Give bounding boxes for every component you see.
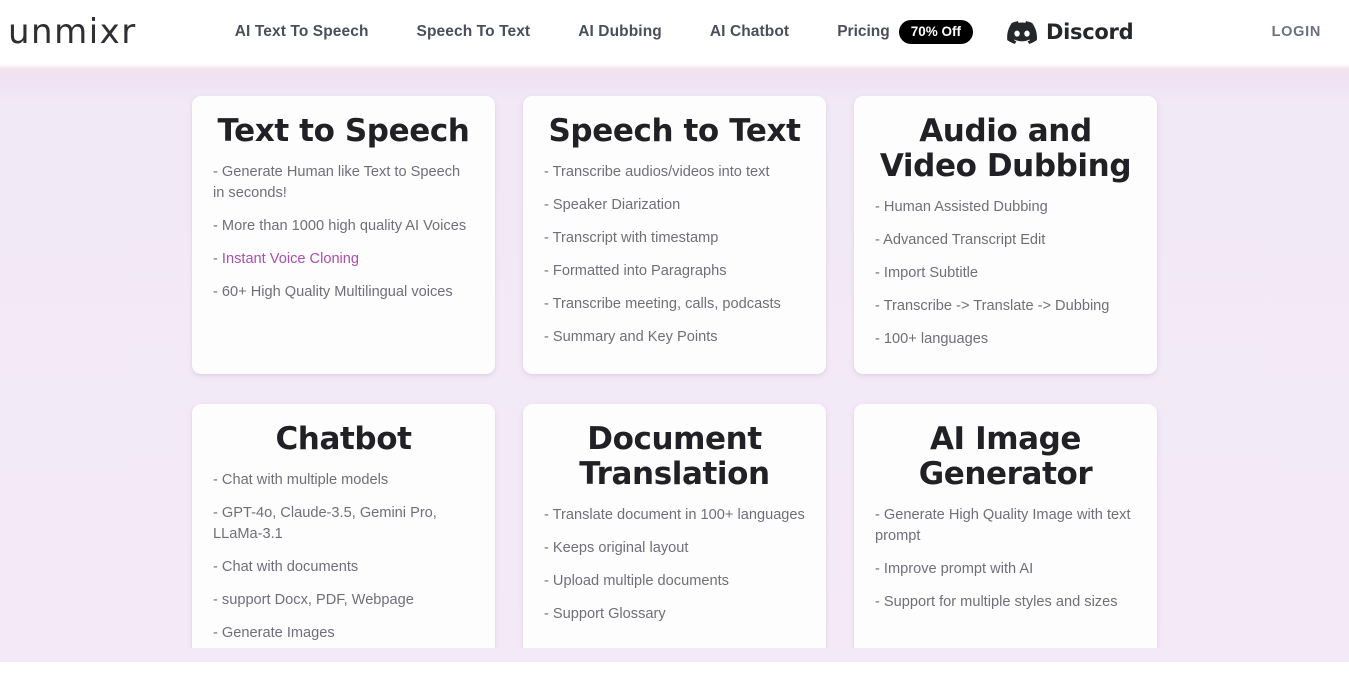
list-item: - support Docx, PDF, Webpage xyxy=(213,592,414,609)
list-item: - Upload multiple documents xyxy=(544,573,729,590)
card-feature-list: - Generate High Quality Image with text … xyxy=(875,505,1136,613)
nav-item-ai-dubbing[interactable]: AI Dubbing xyxy=(554,23,686,41)
list-item-dash: - xyxy=(213,251,222,268)
list-item: - Transcribe -> Translate -> Dubbing xyxy=(875,298,1110,315)
list-item: - Import Subtitle xyxy=(875,265,979,282)
list-item: - Improve prompt with AI xyxy=(875,561,1034,578)
nav-item-pricing[interactable]: Pricing 70% Off xyxy=(813,19,991,45)
feature-card-text-to-speech[interactable]: Text to Speech - Generate Human like Tex… xyxy=(192,96,495,375)
card-title: AI Image Generator xyxy=(918,421,1093,493)
discord-icon xyxy=(1007,20,1038,44)
discord-label: Discord xyxy=(1046,19,1134,44)
card-title: Document Translation xyxy=(579,421,770,493)
list-item: - More than 1000 high quality AI Voices xyxy=(213,218,467,235)
list-item: - Speaker Diarization xyxy=(544,197,681,214)
footer-strip xyxy=(0,662,1349,676)
list-item: - Advanced Transcript Edit xyxy=(875,232,1046,249)
nav-item-speech-to-text[interactable]: Speech To Text xyxy=(393,23,555,41)
nav-item-ai-chatbot[interactable]: AI Chatbot xyxy=(686,23,813,41)
pricing-label: Pricing xyxy=(837,23,890,40)
list-item: - Generate Images xyxy=(213,625,335,642)
page-root: unmixr AI Text To Speech Speech To Text … xyxy=(0,0,1349,676)
nav-item-discord[interactable]: Discord xyxy=(991,19,1149,44)
list-item: - Support for multiple styles and sizes xyxy=(875,594,1118,611)
feature-card-document-translation[interactable]: Document Translation - Translate documen… xyxy=(523,404,826,662)
feature-card-grid: Text to Speech - Generate Human like Tex… xyxy=(192,96,1158,662)
list-item: - Formatted into Paragraphs xyxy=(544,263,727,280)
list-item: - 60+ High Quality Multilingual voices xyxy=(213,284,453,301)
card-feature-list: - Transcribe audios/videos into text - S… xyxy=(544,162,805,348)
list-item: - Transcribe audios/videos into text xyxy=(544,164,770,181)
feature-card-audio-and-video-dubbing[interactable]: Audio and Video Dubbing - Human Assisted… xyxy=(854,96,1157,375)
card-title: Text to Speech xyxy=(217,113,470,149)
list-item: - Human Assisted Dubbing xyxy=(875,199,1048,216)
list-item: - Instant Voice Cloning xyxy=(213,249,474,270)
list-item: - Transcript with timestamp xyxy=(544,230,719,247)
feature-card-speech-to-text[interactable]: Speech to Text - Transcribe audios/video… xyxy=(523,96,826,375)
list-item: - Translate document in 100+ languages xyxy=(544,507,805,524)
content-area: Text to Speech - Generate Human like Tex… xyxy=(0,64,1349,662)
card-title: Audio and Video Dubbing xyxy=(879,113,1132,185)
card-feature-list: - Human Assisted Dubbing - Advanced Tran… xyxy=(875,197,1136,350)
card-title: Speech to Text xyxy=(548,113,801,149)
list-item: - Chat with multiple models xyxy=(213,472,389,489)
card-title: Chatbot xyxy=(275,421,412,458)
login-button[interactable]: LOGIN xyxy=(1272,24,1321,40)
list-item: - GPT-4o, Claude-3.5, Gemini Pro, LLaMa-… xyxy=(213,505,437,543)
brand-logo[interactable]: unmixr xyxy=(8,15,137,49)
list-item: - 100+ languages xyxy=(875,331,989,348)
card-feature-list: - Generate Human like Text to Speech in … xyxy=(213,162,474,303)
list-item: - Generate High Quality Image with text … xyxy=(875,507,1131,545)
list-item: - Keeps original layout xyxy=(544,540,689,557)
instant-voice-cloning-link[interactable]: Instant Voice Cloning xyxy=(222,251,359,267)
discount-badge: 70% Off xyxy=(898,19,974,45)
list-item: - Chat with documents xyxy=(213,559,359,576)
list-item: - Support Glossary xyxy=(544,606,666,623)
list-item: - Transcribe meeting, calls, podcasts xyxy=(544,296,781,313)
feature-card-ai-image-generator[interactable]: AI Image Generator - Generate High Quali… xyxy=(854,404,1157,662)
card-feature-list: - Chat with multiple models - GPT-4o, Cl… xyxy=(213,470,474,644)
nav-item-ai-text-to-speech[interactable]: AI Text To Speech xyxy=(211,23,393,41)
card-feature-list: - Translate document in 100+ languages -… xyxy=(544,505,805,625)
feature-card-chatbot[interactable]: Chatbot - Chat with multiple models - GP… xyxy=(192,404,495,662)
list-item: - Generate Human like Text to Speech in … xyxy=(213,164,461,202)
site-header: unmixr AI Text To Speech Speech To Text … xyxy=(0,0,1349,64)
main-navigation: AI Text To Speech Speech To Text AI Dubb… xyxy=(211,19,1150,45)
list-item: - Summary and Key Points xyxy=(544,329,718,346)
